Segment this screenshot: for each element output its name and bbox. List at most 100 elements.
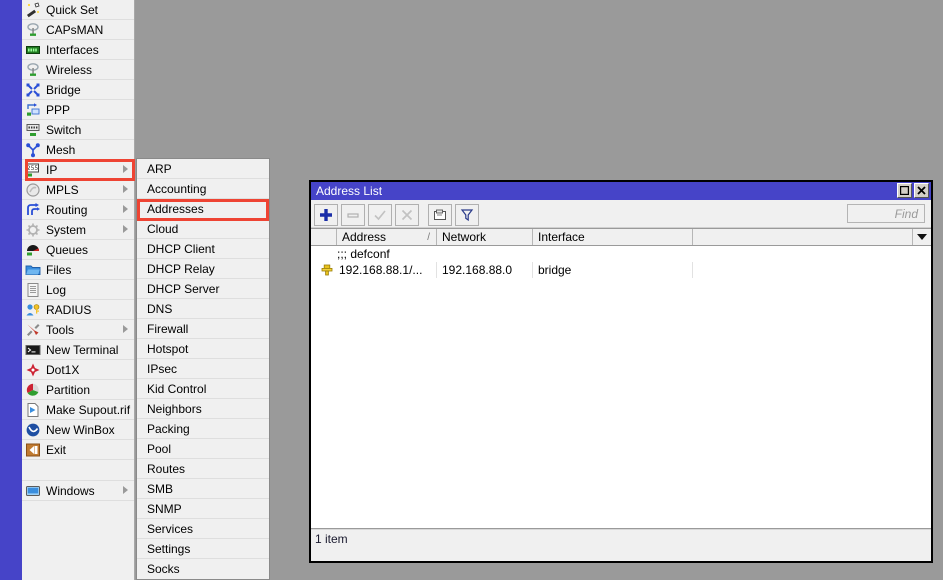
ip-submenu: ARP Accounting Addresses Cloud DHCP Clie… [136, 158, 270, 580]
menu-item-partition[interactable]: Partition [22, 380, 134, 400]
ip-icon: 255 [25, 162, 41, 178]
submenu-item-dns[interactable]: DNS [137, 299, 269, 319]
submenu-item-dhcp-server[interactable]: DHCP Server [137, 279, 269, 299]
terminal-icon [25, 342, 41, 358]
submenu-item-dhcp-client[interactable]: DHCP Client [137, 239, 269, 259]
menu-item-ip[interactable]: 255 IP [22, 160, 134, 180]
menu-item-label: Interfaces [46, 42, 99, 57]
radius-icon [25, 302, 41, 318]
submenu-item-packing[interactable]: Packing [137, 419, 269, 439]
menu-item-label: Routing [46, 202, 88, 217]
system-gear-icon [25, 222, 41, 238]
menu-item-system[interactable]: System [22, 220, 134, 240]
submenu-item-settings[interactable]: Settings [137, 539, 269, 559]
menu-item-radius[interactable]: RADIUS [22, 300, 134, 320]
column-header-interface[interactable]: Interface [533, 229, 693, 245]
window-titlebar[interactable]: Address List [311, 182, 931, 200]
menu-item-interfaces[interactable]: Interfaces [22, 40, 134, 60]
chevron-right-icon [123, 205, 128, 213]
menu-item-windows[interactable]: Windows [22, 481, 134, 501]
comment-button[interactable] [428, 203, 452, 226]
close-button[interactable] [914, 183, 929, 198]
column-header-network[interactable]: Network [437, 229, 533, 245]
supout-icon [25, 402, 41, 418]
menu-item-mpls[interactable]: MPLS [22, 180, 134, 200]
menu-item-label: IP [46, 162, 58, 177]
enable-button[interactable] [368, 203, 392, 226]
menu-item-capsman[interactable]: CAPsMAN [22, 20, 134, 40]
sort-indicator-icon: / [427, 231, 430, 243]
cell-interface: bridge [533, 262, 693, 278]
submenu-item-snmp[interactable]: SNMP [137, 499, 269, 519]
submenu-item-services[interactable]: Services [137, 519, 269, 539]
status-bar: 1 item [311, 529, 931, 547]
menu-item-label: CAPsMAN [46, 22, 104, 37]
cell-empty [693, 262, 931, 278]
maximize-button[interactable] [897, 183, 912, 198]
menu-item-label: Exit [46, 442, 67, 457]
menu-item-exit[interactable]: Exit [22, 440, 134, 460]
row-comment[interactable]: ;;; defconf [311, 246, 931, 262]
menu-item-label: Queues [46, 242, 89, 257]
menu-item-make-supout[interactable]: Make Supout.rif [22, 400, 134, 420]
menu-item-switch[interactable]: Switch [22, 120, 134, 140]
menu-item-log[interactable]: Log [22, 280, 134, 300]
menu-item-files[interactable]: Files [22, 260, 134, 280]
menu-item-label: Switch [46, 122, 82, 137]
filter-button[interactable] [455, 203, 479, 226]
cell-network: 192.168.88.0 [437, 262, 533, 278]
svg-text:255: 255 [27, 165, 39, 172]
menu-item-mesh[interactable]: Mesh [22, 140, 134, 160]
submenu-item-accounting[interactable]: Accounting [137, 179, 269, 199]
mesh-icon [25, 142, 41, 158]
winbox-desktop: Quick Set CAPsMAN Interfaces Wireless Br… [0, 0, 943, 580]
chevron-right-icon [123, 325, 128, 333]
column-header-empty[interactable] [693, 229, 912, 245]
add-button[interactable] [314, 203, 338, 226]
submenu-item-neighbors[interactable]: Neighbors [137, 399, 269, 419]
submenu-item-smb[interactable]: SMB [137, 479, 269, 499]
menu-item-routing[interactable]: Routing [22, 200, 134, 220]
column-header-address[interactable]: Address / [337, 229, 437, 245]
menu-item-queues[interactable]: Queues [22, 240, 134, 260]
menu-accent-stripe [0, 0, 22, 580]
ppp-icon [25, 102, 41, 118]
log-icon [25, 282, 41, 298]
address-pin-icon [311, 262, 337, 278]
submenu-item-addresses[interactable]: Addresses [137, 199, 269, 219]
menu-item-label: Quick Set [46, 2, 99, 17]
menu-item-label: Bridge [46, 82, 81, 97]
submenu-item-hotspot[interactable]: Hotspot [137, 339, 269, 359]
disable-button[interactable] [395, 203, 419, 226]
submenu-item-routes[interactable]: Routes [137, 459, 269, 479]
menu-filler [22, 501, 134, 571]
menu-item-new-winbox[interactable]: New WinBox [22, 420, 134, 440]
submenu-item-socks[interactable]: Socks [137, 559, 269, 579]
submenu-item-firewall[interactable]: Firewall [137, 319, 269, 339]
switch-icon [25, 122, 41, 138]
menu-item-wireless[interactable]: Wireless [22, 60, 134, 80]
menu-item-tools[interactable]: Tools [22, 320, 134, 340]
chevron-down-icon[interactable] [912, 229, 931, 245]
menu-item-new-terminal[interactable]: New Terminal [22, 340, 134, 360]
submenu-item-pool[interactable]: Pool [137, 439, 269, 459]
submenu-item-ipsec[interactable]: IPsec [137, 359, 269, 379]
menu-item-label: MPLS [46, 182, 79, 197]
queues-icon [25, 242, 41, 258]
chevron-right-icon [123, 486, 128, 494]
search-input[interactable]: Find [847, 204, 925, 223]
column-header-flag[interactable] [311, 229, 337, 245]
submenu-item-dhcp-relay[interactable]: DHCP Relay [137, 259, 269, 279]
menu-item-ppp[interactable]: PPP [22, 100, 134, 120]
menu-item-dot1x[interactable]: Dot1X [22, 360, 134, 380]
interfaces-icon [25, 42, 41, 58]
table-column-headers: Address / Network Interface [311, 228, 931, 246]
table-row[interactable]: 192.168.88.1/... 192.168.88.0 bridge [311, 262, 931, 278]
submenu-item-arp[interactable]: ARP [137, 159, 269, 179]
submenu-item-cloud[interactable]: Cloud [137, 219, 269, 239]
remove-button[interactable] [341, 203, 365, 226]
submenu-item-kid-control[interactable]: Kid Control [137, 379, 269, 399]
menu-item-bridge[interactable]: Bridge [22, 80, 134, 100]
menu-item-quick-set[interactable]: Quick Set [22, 0, 134, 20]
cell-address: 192.168.88.1/... [337, 262, 437, 278]
